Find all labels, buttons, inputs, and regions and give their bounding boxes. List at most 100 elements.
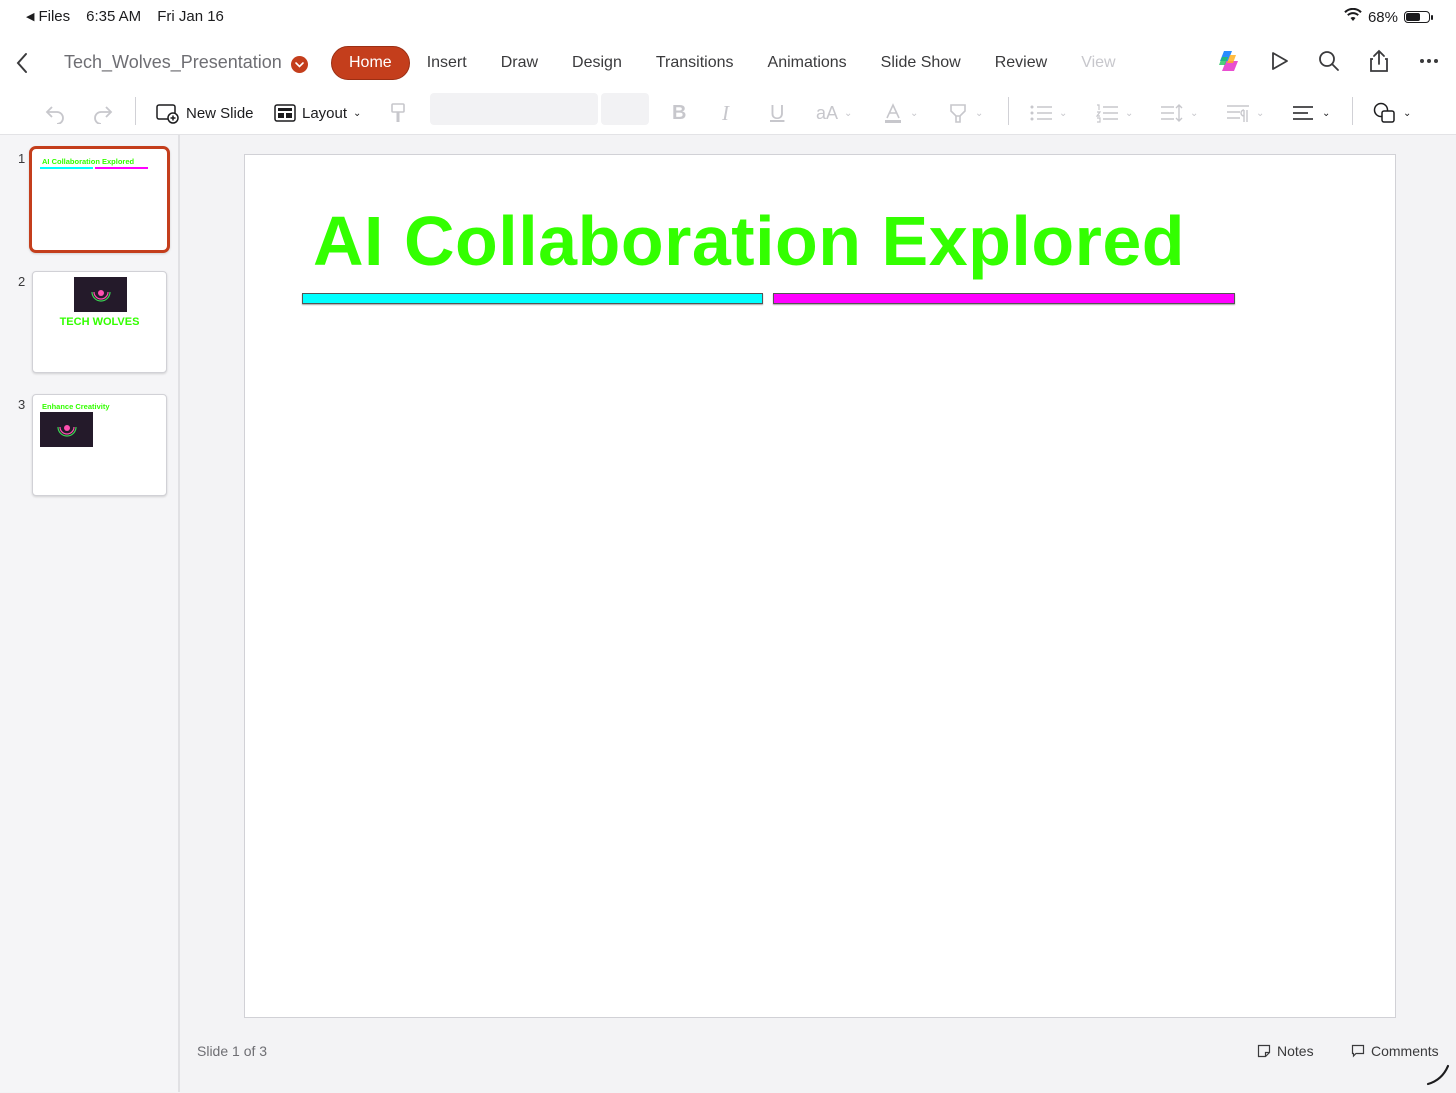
layout-icon (274, 104, 296, 122)
search-icon[interactable] (1316, 48, 1342, 74)
slide-number: 3 (18, 397, 26, 412)
tab-view[interactable]: View (1064, 47, 1132, 79)
redo-button[interactable] (92, 98, 114, 128)
undo-icon (45, 106, 64, 124)
toolbar-divider (1352, 97, 1353, 125)
battery-percent: 68% (1367, 8, 1398, 26)
font-name-field[interactable] (430, 93, 598, 125)
tab-transitions[interactable]: Transitions (639, 47, 751, 79)
thumbnail-cyan-bar (40, 167, 93, 169)
slide-thumbnail-1[interactable]: AI Collaboration Explored (29, 146, 170, 253)
underline-button[interactable]: U (770, 98, 784, 128)
highlight-button[interactable]: ⌄ (947, 98, 983, 128)
bullets-button[interactable]: ⌄ (1029, 98, 1067, 128)
chevron-down-icon: ⌄ (1125, 107, 1134, 119)
back-button[interactable] (12, 50, 36, 76)
change-case-icon: aA (816, 102, 839, 123)
thumbnail-title: Enhance Creativity (42, 402, 110, 411)
shapes-button[interactable]: ⌄ (1373, 98, 1411, 128)
chevron-down-icon: ⌄ (975, 107, 984, 119)
thumbnail-title: TECH WOLVES (59, 316, 140, 328)
slide-number: 1 (18, 151, 26, 166)
tab-home[interactable]: Home (331, 46, 410, 80)
resize-handle-icon[interactable] (1424, 1060, 1452, 1093)
ribbon-tabs: Home Insert Draw Design Transitions Animation… (331, 46, 1133, 80)
ribbon-tab-bar: Tech_Wolves_Presentation Home Insert Draw D… (0, 34, 1456, 92)
format-painter-icon (391, 103, 405, 122)
font-color-icon (885, 103, 901, 123)
format-painter-button[interactable] (389, 98, 407, 128)
status-right: 68% (1344, 7, 1433, 26)
bold-button[interactable]: B (672, 98, 686, 128)
bullet-list-icon (1030, 105, 1052, 121)
play-icon[interactable] (1266, 48, 1292, 74)
paragraph-icon (1227, 105, 1249, 122)
battery-icon (1404, 11, 1433, 23)
toolbar-divider (1008, 97, 1009, 125)
slide-canvas[interactable]: AI Collaboration Explored (244, 154, 1396, 1018)
back-to-app-button[interactable]: ◀ Files (26, 8, 70, 25)
chevron-left-icon (16, 53, 27, 73)
clock: 6:35 AM (86, 8, 142, 25)
font-size-field[interactable] (601, 93, 649, 125)
notes-icon (1257, 1044, 1271, 1058)
header-actions (1216, 48, 1442, 74)
comment-icon (1351, 1044, 1365, 1058)
ribbon-toolbar: New Slide Layout ⌄ B I U aA ⌄ ⌄ ⌄ ⌄ ⌄ ⌄ ⌄… (0, 92, 1456, 135)
line-spacing-button[interactable]: ⌄ (1160, 98, 1198, 128)
title-menu-chevron-icon[interactable] (291, 56, 308, 73)
tab-insert[interactable]: Insert (410, 47, 484, 79)
shapes-icon (1373, 102, 1395, 123)
layout-button[interactable]: Layout ⌄ (274, 98, 361, 128)
font-size-change-button[interactable]: aA ⌄ (816, 98, 852, 128)
copilot-icon[interactable] (1216, 48, 1242, 74)
slide-thumbnail-3[interactable]: Enhance Creativity (32, 394, 167, 496)
thumbnail-magenta-bar (95, 167, 148, 169)
wolf-logo-image (74, 277, 127, 312)
chevron-down-icon: ⌄ (1322, 107, 1331, 119)
bold-icon: B (672, 101, 687, 124)
date: Fri Jan 16 (157, 8, 224, 25)
highlighter-icon (950, 104, 966, 123)
document-title[interactable]: Tech_Wolves_Presentation (64, 52, 282, 73)
tab-slide-show[interactable]: Slide Show (864, 47, 978, 79)
battery-fill (1406, 13, 1420, 21)
tab-draw[interactable]: Draw (484, 47, 555, 79)
tab-animations[interactable]: Animations (751, 47, 864, 79)
italic-icon: I (722, 100, 729, 125)
cyan-accent-bar[interactable] (302, 293, 763, 304)
paragraph-options-button[interactable]: ⌄ (1226, 98, 1264, 128)
thumbnail-title: AI Collaboration Explored (42, 157, 135, 166)
chevron-down-icon: ⌄ (1256, 107, 1265, 119)
numbering-button[interactable]: ⌄ (1095, 98, 1133, 128)
status-left: ◀ Files 6:35 AM Fri Jan 16 (26, 8, 224, 25)
slide-title[interactable]: AI Collaboration Explored (313, 201, 1185, 281)
more-icon[interactable] (1416, 48, 1442, 74)
notes-button[interactable]: Notes (1257, 1043, 1314, 1059)
slide-thumbnail-2[interactable]: TECH WOLVES (32, 271, 167, 373)
chevron-down-icon: ⌄ (1403, 107, 1412, 119)
italic-button[interactable]: I (722, 98, 729, 128)
slide-indicator: Slide 1 of 3 (197, 1043, 268, 1059)
undo-button[interactable] (44, 98, 66, 128)
align-button[interactable]: ⌄ (1292, 98, 1330, 128)
new-slide-button[interactable]: New Slide (156, 98, 254, 128)
comments-button[interactable]: Comments (1351, 1043, 1439, 1059)
tab-design[interactable]: Design (555, 47, 639, 79)
wolf-logo-image (40, 412, 93, 447)
back-triangle-icon: ◀ (26, 11, 35, 23)
align-left-icon (1293, 106, 1313, 120)
slide-thumbnail-panel: 1 AI Collaboration Explored 2 TECH WOLVE… (0, 135, 180, 1092)
font-color-button[interactable]: ⌄ (882, 98, 918, 128)
wifi-icon (1344, 7, 1362, 26)
toolbar-divider (135, 97, 136, 125)
underline-icon: U (770, 101, 785, 124)
status-bar: ◀ Files 6:35 AM Fri Jan 16 68% (0, 0, 1456, 34)
tab-review[interactable]: Review (978, 47, 1064, 79)
chevron-down-icon: ⌄ (844, 107, 853, 119)
redo-icon (94, 106, 113, 124)
chevron-down-icon: ⌄ (1059, 107, 1068, 119)
share-icon[interactable] (1366, 48, 1392, 74)
chevron-down-icon: ⌄ (910, 107, 919, 119)
magenta-accent-bar[interactable] (773, 293, 1235, 304)
